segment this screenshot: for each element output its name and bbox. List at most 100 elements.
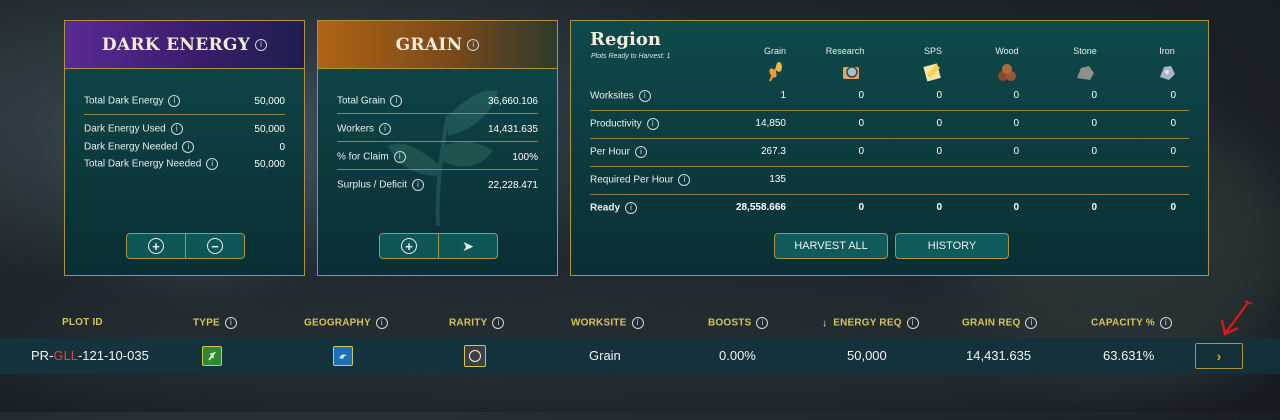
header-label: GEOGRAPHY <box>304 317 371 329</box>
rarity-icon[interactable] <box>464 345 486 367</box>
region-row-ready: Ready i 28,558.666 0 0 0 0 0 <box>590 198 1189 218</box>
header-label: TYPE <box>193 317 220 329</box>
column-sps: SPS <box>923 46 942 56</box>
history-button[interactable]: HISTORY <box>895 233 1009 259</box>
row-value: 22,228.471 <box>487 179 538 191</box>
info-icon[interactable]: i <box>412 179 425 191</box>
grain-panel: GRAIN i Total Grain i 36,660.106 Workers i 14… <box>317 20 558 276</box>
geography-icon[interactable] <box>333 346 353 366</box>
grain-buttons: + ➤ <box>379 233 498 259</box>
plot-id-cell[interactable]: PR-GLL-121-10-035 <box>31 348 149 363</box>
plus-icon: + <box>148 238 164 254</box>
info-icon[interactable]: i <box>635 146 648 158</box>
divider <box>337 113 538 114</box>
header-geography[interactable]: GEOGRAPHY i <box>304 317 388 329</box>
info-icon[interactable]: i <box>379 123 392 135</box>
harvest-all-button[interactable]: HARVEST ALL <box>774 233 888 259</box>
header-energy-req[interactable]: ↓ ENERGY REQ i <box>822 317 919 329</box>
header-label: ENERGY REQ <box>833 317 902 329</box>
info-icon[interactable]: i <box>631 317 644 329</box>
header-label: CAPACITY % <box>1091 317 1155 329</box>
info-icon[interactable]: i <box>906 317 919 329</box>
info-icon[interactable]: i <box>375 317 388 329</box>
surplus-deficit-row: Surplus / Deficit i 22,228.471 <box>337 179 538 191</box>
send-icon: ➤ <box>462 237 474 254</box>
row-label: Total Dark Energy Needed <box>84 158 202 170</box>
header-grain-req[interactable]: GRAIN REQ i <box>962 317 1038 329</box>
column-wood: Wood <box>995 46 1019 56</box>
cell-research: 0 <box>858 118 864 129</box>
row-value: 50,000 <box>254 123 285 135</box>
region-subtitle: Plots Ready to Harvest: 1 <box>591 53 671 60</box>
region-panel: Region Plots Ready to Harvest: 1 Grain R… <box>570 20 1209 276</box>
cell-research: 0 <box>858 202 864 213</box>
column-grain: Grain <box>763 46 786 56</box>
info-icon[interactable]: i <box>170 123 183 135</box>
info-icon[interactable]: i <box>638 90 651 102</box>
info-icon[interactable]: i <box>1159 317 1172 329</box>
divider <box>337 141 538 142</box>
plot-type-icon[interactable] <box>202 346 222 366</box>
cell-research: 0 <box>858 146 864 157</box>
table-row[interactable]: PR-GLL-121-10-035 Grain 0.00% 50,000 14,… <box>0 338 1280 374</box>
cell-iron: 0 <box>1170 202 1176 213</box>
row-label: Per Hour <box>590 146 631 158</box>
row-label: Worksites <box>590 90 634 102</box>
cell-sps: 0 <box>936 202 942 213</box>
plot-details-button[interactable]: › <box>1195 343 1243 369</box>
info-icon[interactable]: i <box>678 174 691 186</box>
info-icon[interactable]: i <box>224 317 237 329</box>
cell-stone: 0 <box>1091 118 1097 129</box>
remove-dark-energy-button[interactable]: − <box>185 234 244 258</box>
capacity-cell: 63.631% <box>1103 348 1155 363</box>
row-value: 50,000 <box>254 95 285 107</box>
grain-req-cell: 14,431.635 <box>966 348 1032 363</box>
grain-title: GRAIN <box>395 34 463 55</box>
divider <box>84 114 285 115</box>
energy-req-cell: 50,000 <box>847 348 887 363</box>
add-grain-button[interactable]: + <box>380 234 438 258</box>
row-label: Total Dark Energy <box>84 95 164 107</box>
row-value: 0 <box>279 141 285 153</box>
info-icon[interactable]: i <box>393 151 406 163</box>
cell-sps: 0 <box>936 118 942 129</box>
info-icon[interactable]: i <box>390 95 403 107</box>
cell-grain: 267.3 <box>760 146 786 157</box>
info-icon[interactable]: i <box>1025 317 1038 329</box>
cell-iron: 0 <box>1170 118 1176 129</box>
add-dark-energy-button[interactable]: + <box>127 234 185 258</box>
info-icon[interactable]: i <box>646 118 659 130</box>
plot-id-region: GLL <box>53 348 78 363</box>
row-value: 50,000 <box>254 158 285 170</box>
header-type[interactable]: TYPE i <box>193 317 237 329</box>
header-rarity[interactable]: RARITY i <box>449 317 505 329</box>
info-icon[interactable]: i <box>182 141 195 153</box>
cell-wood: 0 <box>1013 118 1019 129</box>
header-plot-id[interactable]: PLOT ID <box>62 317 103 328</box>
cell-wood: 0 <box>1013 202 1019 213</box>
region-row-per-hour: Per Hour i 267.3 0 0 0 0 0 <box>590 142 1189 162</box>
plot-id-suffix: -121-10-035 <box>77 348 149 363</box>
send-grain-button[interactable]: ➤ <box>438 234 497 258</box>
plot-id-prefix: PR- <box>31 348 54 363</box>
cell-research: 0 <box>858 90 864 101</box>
info-icon[interactable]: i <box>625 202 638 214</box>
percent-for-claim-row: % for Claim i 100% <box>337 151 538 163</box>
column-research: Research <box>825 46 865 56</box>
info-icon[interactable]: i <box>467 38 480 51</box>
region-row-productivity: Productivity i 14,850 0 0 0 0 0 <box>590 114 1189 134</box>
cell-wood: 0 <box>1013 90 1019 101</box>
header-worksite[interactable]: WORKSITE i <box>571 317 644 329</box>
info-icon[interactable]: i <box>756 317 769 329</box>
iron-icon <box>1156 61 1178 83</box>
header-capacity[interactable]: CAPACITY % i <box>1091 317 1172 329</box>
sort-arrow-icon: ↓ <box>822 317 828 329</box>
row-label: Total Grain <box>337 95 386 107</box>
header-boosts[interactable]: BOOSTS i <box>708 317 769 329</box>
divider <box>590 166 1189 167</box>
info-icon[interactable]: i <box>168 95 181 107</box>
info-icon[interactable]: i <box>492 317 505 329</box>
info-icon[interactable]: i <box>255 38 268 51</box>
info-icon[interactable]: i <box>206 158 219 170</box>
red-arrow-annotation-icon <box>1220 300 1253 336</box>
